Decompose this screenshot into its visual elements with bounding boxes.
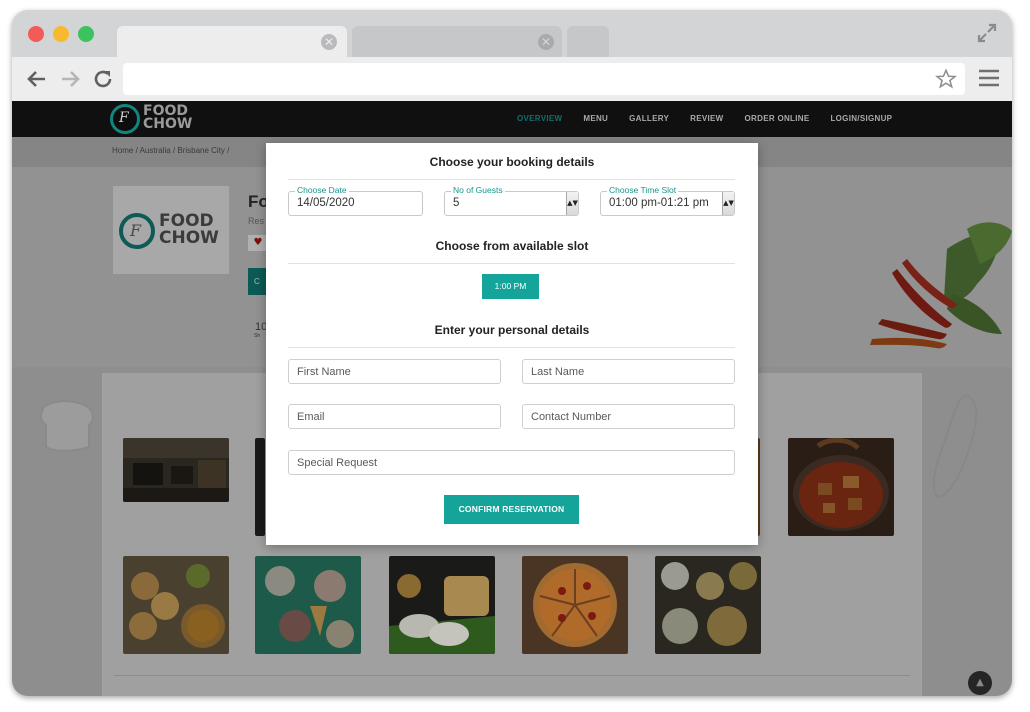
page-viewport: F FOOD CHOW OVERVIEW MENU GALLERY REVIEW … [12,101,1012,696]
booking-details-heading: Choose your booking details [429,155,595,169]
gallery-photo-restaurant-interior[interactable] [123,438,229,502]
close-icon[interactable]: ✕ [321,34,337,50]
chevron-down-icon[interactable]: ▲▼ [566,192,578,215]
nav-order-online[interactable]: ORDER ONLINE [745,101,810,137]
window-close-dot[interactable] [28,26,44,42]
gallery-photo-pani-puri[interactable] [123,556,229,654]
rating-label: Sh [254,333,261,339]
bread-decoration [39,400,94,452]
new-tab-button[interactable] [567,26,609,57]
logo-icon: F [119,213,155,249]
email-placeholder: Email [297,411,325,423]
baguette-decoration [932,393,978,499]
gallery-photo-pizza[interactable] [522,556,628,654]
booking-modal: Choose your booking details Choose Date … [266,143,758,545]
guests-select-value: 5 [453,197,460,209]
restaurant-action-button[interactable]: C [248,268,268,295]
chevron-down-icon[interactable]: ▲▼ [722,192,734,215]
guests-select-label: No of Guests [451,185,505,196]
special-request-input[interactable]: Special Request [288,450,735,475]
divider [288,179,735,180]
time-slot-label: Choose Time Slot [607,185,679,196]
contact-number-input[interactable]: Contact Number [522,404,735,429]
expand-icon[interactable] [976,22,998,44]
last-name-placeholder: Last Name [531,366,585,378]
site-nav: OVERVIEW MENU GALLERY REVIEW ORDER ONLIN… [517,101,913,137]
date-field-label: Choose Date [295,185,349,196]
confirm-reservation-button[interactable]: CONFIRM RESERVATION [444,495,579,524]
site-logo[interactable]: F FOOD CHOW [110,104,200,134]
gallery-photo-partial[interactable] [255,438,265,536]
date-field-value: 14/05/2020 [297,197,355,209]
gallery-photo-thali[interactable] [655,556,761,654]
browser-tab-active[interactable]: ✕ [117,26,347,57]
reload-icon[interactable] [91,67,115,91]
divider [288,347,735,348]
nav-gallery[interactable]: GALLERY [629,101,669,137]
time-slot-value: 01:00 pm-01:21 pm [609,197,709,209]
restaurant-subtitle: Res [248,216,265,226]
logo-text-line2: CHOW [159,228,219,248]
window-minimize-dot[interactable] [53,26,69,42]
gallery-divider [114,675,910,676]
nav-login-signup[interactable]: LOGIN/SIGNUP [830,101,892,137]
star-icon[interactable] [935,68,957,90]
menu-icon[interactable] [978,67,1000,89]
site-header: F FOOD CHOW OVERVIEW MENU GALLERY REVIEW … [12,101,1012,137]
gallery-photo-curry[interactable] [788,438,894,536]
browser-window: ✕ ✕ F FOOD CHOW OVERVIEW MENU GALLERY RE… [12,10,1012,696]
breadcrumb-text[interactable]: Home / Australia / Brisbane City / [112,146,229,155]
available-slot-heading: Choose from available slot [435,239,589,253]
vegetables-decoration [870,222,1012,349]
browser-toolbar [12,57,1012,101]
chevron-up-icon[interactable]: ▲ [968,671,992,695]
first-name-placeholder: First Name [297,366,351,378]
restaurant-logo: F FOOD CHOW [113,186,229,274]
guests-select[interactable]: No of Guests 5 ▲▼ [444,185,579,216]
address-bar[interactable] [123,63,965,95]
heart-icon[interactable]: ♥ [248,235,268,251]
nav-menu[interactable]: MENU [583,101,608,137]
window-maximize-dot[interactable] [78,26,94,42]
logo-text-line2: CHOW [143,116,193,132]
close-icon[interactable]: ✕ [538,34,554,50]
logo-icon: F [110,104,140,134]
gallery-photo-idli[interactable] [389,556,495,654]
nav-review[interactable]: REVIEW [690,101,723,137]
first-name-input[interactable]: First Name [288,359,501,384]
last-name-input[interactable]: Last Name [522,359,735,384]
time-slot-select[interactable]: Choose Time Slot 01:00 pm-01:21 pm ▲▼ [600,185,735,216]
slot-button[interactable]: 1:00 PM [482,274,539,299]
contact-number-placeholder: Contact Number [531,411,612,423]
special-request-placeholder: Special Request [297,457,378,469]
date-field[interactable]: Choose Date 14/05/2020 [288,185,423,216]
back-arrow-icon[interactable] [25,67,49,91]
email-input[interactable]: Email [288,404,501,429]
divider [288,263,735,264]
personal-details-heading: Enter your personal details [434,323,590,337]
browser-tab-inactive[interactable]: ✕ [352,26,562,57]
gallery-photo-ice-cream[interactable] [255,556,361,654]
forward-arrow-icon[interactable] [58,67,82,91]
nav-overview[interactable]: OVERVIEW [517,101,562,137]
